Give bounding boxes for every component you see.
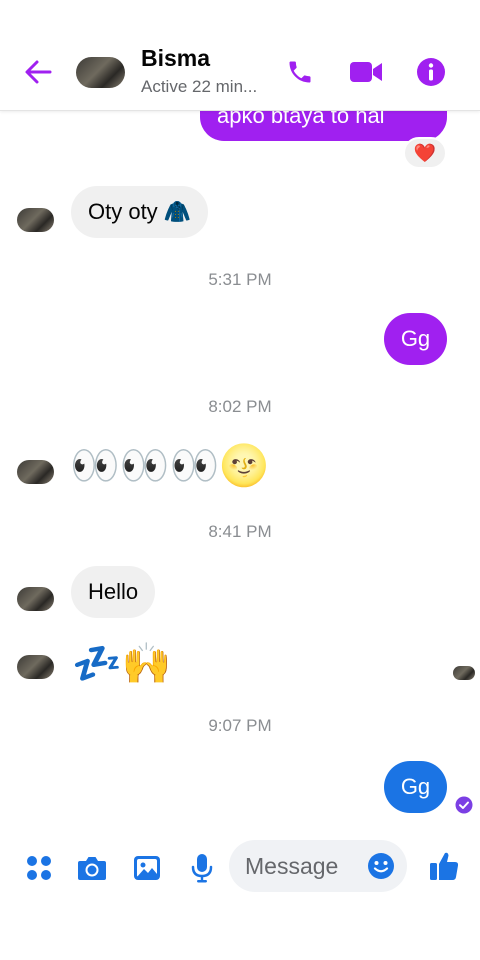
timestamp: 8:41 PM: [208, 522, 272, 541]
menu-dots-icon: [27, 856, 51, 880]
sender-avatar[interactable]: [17, 655, 54, 679]
timestamp: 9:07 PM: [208, 716, 272, 735]
like-button[interactable]: [427, 849, 461, 883]
message-input[interactable]: [245, 850, 361, 882]
image-icon: [134, 856, 160, 880]
contact-status: Active 22 min...: [141, 77, 258, 96]
outgoing-message[interactable]: Gg: [384, 313, 447, 365]
phone-icon: [289, 61, 311, 83]
microphone-icon: [191, 854, 213, 883]
audio-call-button[interactable]: [284, 56, 316, 88]
delivered-check-icon: [455, 796, 473, 814]
heart-icon: ❤️: [413, 142, 437, 163]
emoji-message[interactable]: 👀👀👀🌝: [70, 441, 269, 491]
message-input-container[interactable]: [229, 840, 407, 892]
chat-header: Bisma Active 22 min...: [0, 0, 480, 111]
seen-avatar: [453, 666, 475, 680]
timestamp: 5:31 PM: [208, 270, 272, 289]
video-camera-icon: [350, 62, 382, 82]
back-button[interactable]: [20, 54, 56, 90]
video-call-button[interactable]: [348, 56, 384, 88]
outgoing-message[interactable]: apko btaya to hai: [200, 111, 447, 141]
gallery-button[interactable]: [131, 852, 163, 884]
emoji-icon: [368, 853, 394, 879]
conversation-info-button[interactable]: [415, 56, 447, 88]
sender-avatar[interactable]: [17, 460, 54, 484]
more-actions-button[interactable]: [23, 852, 55, 884]
heart-reaction[interactable]: ❤️: [403, 137, 447, 169]
arrow-left-icon: [25, 60, 52, 84]
message-thread[interactable]: apko btaya to hai ❤️ Oty oty 🧥 5:31 PM G…: [0, 111, 480, 827]
camera-icon: [78, 857, 106, 880]
voice-message-button[interactable]: [186, 852, 218, 884]
sender-avatar[interactable]: [17, 208, 54, 232]
incoming-message[interactable]: Oty oty 🧥: [71, 186, 209, 238]
thumbs-up-icon: [430, 852, 459, 880]
contact-name[interactable]: Bisma: [141, 45, 210, 72]
info-icon: [417, 58, 445, 86]
outgoing-message[interactable]: Gg: [384, 761, 447, 813]
emoji-message[interactable]: 💤🙌: [72, 639, 172, 689]
incoming-message[interactable]: Hello: [71, 566, 156, 618]
sender-avatar[interactable]: [17, 587, 54, 611]
emoji-button[interactable]: [367, 852, 395, 880]
contact-avatar[interactable]: [76, 57, 125, 88]
camera-button[interactable]: [76, 852, 108, 884]
timestamp: 8:02 PM: [208, 397, 272, 416]
